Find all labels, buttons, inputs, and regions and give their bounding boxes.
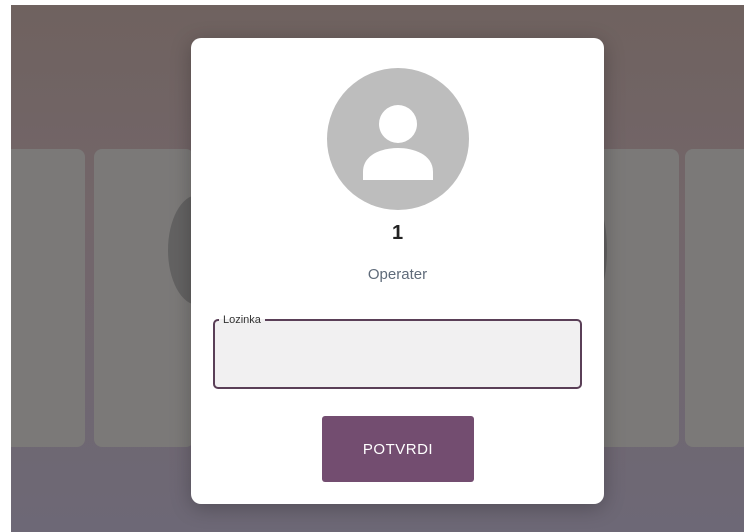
background-user-card — [685, 149, 744, 447]
background-user-card — [94, 149, 194, 447]
password-field[interactable]: Lozinka — [213, 314, 582, 389]
background-user-card — [591, 149, 679, 447]
password-input[interactable] — [215, 332, 580, 384]
login-screen: 1 Operater Lozinka POTVRDI — [11, 5, 744, 532]
user-avatar-icon — [327, 68, 469, 210]
confirm-button[interactable]: POTVRDI — [322, 416, 474, 482]
login-dialog: 1 Operater Lozinka POTVRDI — [191, 38, 604, 504]
user-name: 1 — [391, 222, 404, 244]
user-silhouette-icon — [363, 105, 433, 180]
password-label: Lozinka — [223, 314, 261, 326]
background-user-card — [11, 149, 85, 447]
user-role: Operater — [367, 266, 428, 283]
